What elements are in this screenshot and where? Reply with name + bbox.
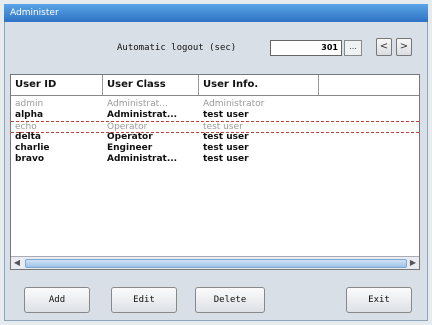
user-class-cell: Engineer [107,143,153,153]
column-header-user-info[interactable]: User Info. [199,75,319,95]
user-class-cell: Administrat... [107,154,178,164]
table-row[interactable]: charlie Engineer test user [11,143,419,154]
column-header-user-class[interactable]: User Class [103,75,199,95]
scroll-thumb[interactable] [25,259,407,268]
add-button[interactable]: Add [24,287,90,313]
user-id-cell: charlie [15,143,50,153]
delete-button[interactable]: Delete [195,287,265,313]
scroll-left-icon[interactable]: ◀ [11,257,23,269]
user-list[interactable]: User ID User Class User Info. admin Admi… [10,74,420,270]
user-class-cell: Operator [107,132,153,142]
user-class-cell: Administrat... [107,110,178,120]
prev-button[interactable]: < [376,38,392,56]
user-info-cell: test user [203,143,249,153]
column-header-user-id[interactable]: User ID [11,75,103,95]
next-button[interactable]: > [396,38,412,56]
table-row[interactable]: bravo Administrat... test user [11,154,419,165]
user-id-cell: delta [15,132,42,142]
edit-button[interactable]: Edit [111,287,177,313]
user-id-cell: bravo [15,154,45,164]
table-row[interactable]: admin Administrat... Administrator [11,99,419,110]
exit-button[interactable]: Exit [346,287,412,313]
auto-logout-input[interactable]: 301 [270,40,342,56]
user-info-cell: test user [203,154,249,164]
auto-logout-keypad-button[interactable]: ... [344,40,362,56]
list-header: User ID User Class User Info. [11,75,419,96]
user-class-cell: Administrat... [107,99,168,109]
horizontal-scrollbar[interactable]: ◀ ▶ [11,256,419,269]
table-row[interactable]: delta Operator test user [11,132,419,143]
user-info-cell: test user [203,132,249,142]
auto-logout-label: Automatic logout (sec) [117,43,237,53]
user-id-cell: admin [15,99,44,109]
window-title: Administer [4,4,428,22]
scroll-right-icon[interactable]: ▶ [407,257,419,269]
user-id-cell: alpha [15,110,44,120]
user-info-cell: test user [203,110,249,120]
user-info-cell: Administrator [203,99,265,109]
table-row[interactable]: alpha Administrat... test user [11,110,419,121]
